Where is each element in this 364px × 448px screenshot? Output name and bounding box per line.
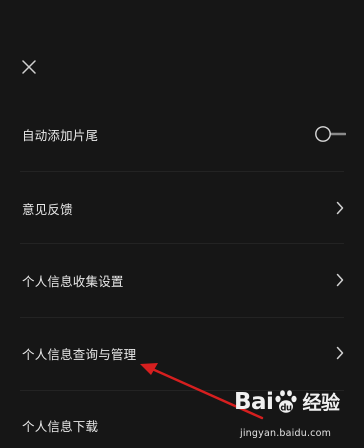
setting-row-info-management[interactable]: 个人信息查询与管理 [0,316,364,390]
close-button[interactable] [14,52,44,82]
chevron-right-icon [334,345,346,361]
setting-label-feedback: 意见反馈 [22,201,73,217]
setting-label-info-management: 个人信息查询与管理 [22,346,137,362]
auto-add-ending-toggle[interactable] [314,125,346,143]
baidu-logo: Bai du u 经验 [234,388,340,415]
paw-icon: du [275,389,298,413]
logo-text-left: Bai [234,388,274,415]
setting-label-auto-add-ending: 自动添加片尾 [22,127,99,143]
setting-row-info-collection[interactable]: 个人信息收集设置 [0,243,364,317]
baidu-jingyan-watermark: Bai du u 经验 jingyan.baidu.com [228,386,364,448]
close-icon [22,60,36,74]
chevron-right-icon [334,200,346,216]
setting-label-info-collection: 个人信息收集设置 [22,273,124,289]
settings-page: 自动添加片尾 意见反馈 个人信息收集设置 个人信息查询与管理 个人信息下载 Ba… [0,0,364,448]
setting-row-auto-add-ending[interactable]: 自动添加片尾 [0,97,364,171]
setting-label-info-download: 个人信息下载 [22,418,99,434]
setting-row-feedback[interactable]: 意见反馈 [0,171,364,245]
chevron-right-icon [334,272,346,288]
logo-suffix: 经验 [302,392,340,414]
svg-text:du: du [281,403,293,413]
watermark-url: jingyan.baidu.com [240,428,332,439]
